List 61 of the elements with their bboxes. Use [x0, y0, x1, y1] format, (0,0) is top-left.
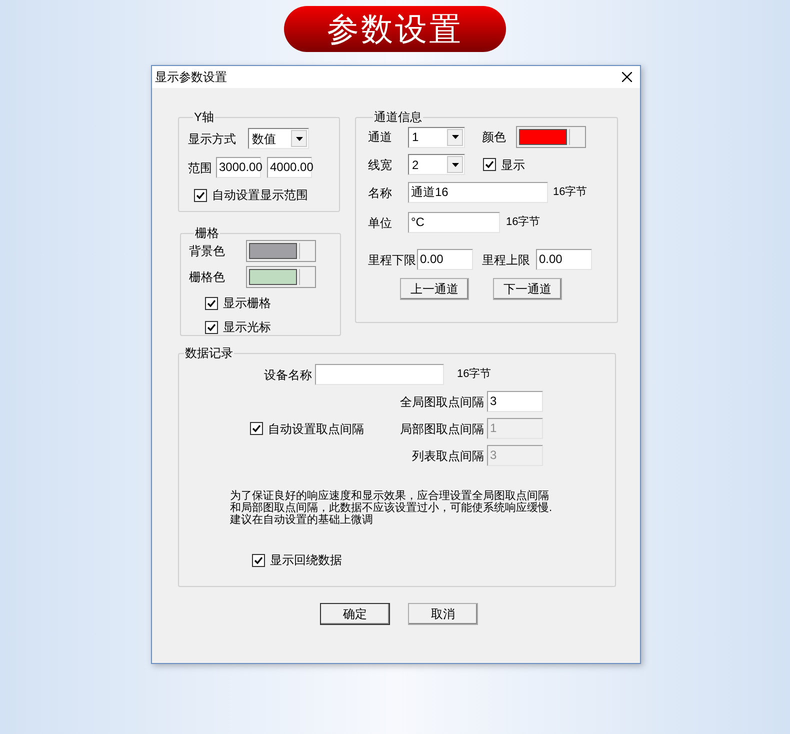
dropdown[interactable]: 2	[408, 154, 465, 175]
field-label: 名称	[368, 184, 393, 202]
caret-icon[interactable]	[291, 130, 307, 147]
dialog-button[interactable]: 取消	[408, 603, 478, 625]
hint-text: 16字节	[457, 366, 492, 382]
title-banner: 参数设置	[284, 6, 506, 52]
input-field[interactable]: 通道16	[408, 182, 548, 203]
field-label: 里程下限	[368, 252, 416, 268]
field-label: 列表取点间隔	[411, 448, 485, 464]
field-label: 范围	[188, 160, 212, 176]
dialog-button[interactable]: 上一通道	[400, 278, 469, 300]
input-field[interactable]: 4000.00	[267, 157, 312, 178]
checkbox-label: 自动设置显示范围	[212, 187, 308, 204]
checkbox[interactable]	[205, 296, 218, 310]
dialog-button[interactable]: 确定	[320, 603, 390, 625]
checkbox[interactable]	[252, 554, 265, 566]
field-label: 显示方式	[188, 130, 236, 148]
field-label: 背景色	[189, 243, 225, 260]
hint-text: 16字节	[553, 184, 588, 200]
checkbox[interactable]	[483, 158, 496, 171]
field-label: 线宽	[368, 156, 393, 174]
close-icon[interactable]	[622, 72, 632, 82]
field-label: 里程上限	[482, 252, 530, 268]
group-title: 数据记录	[184, 346, 234, 360]
color-picker[interactable]	[516, 126, 586, 148]
input-field[interactable]: °C	[408, 212, 500, 233]
checkbox-label: 自动设置取点间隔	[268, 420, 364, 438]
dropdown[interactable]: 1	[408, 126, 465, 148]
caret-icon[interactable]	[447, 156, 463, 173]
checkbox-label: 显示	[501, 156, 525, 174]
window-title: 显示参数设置	[155, 69, 228, 86]
color-picker[interactable]	[246, 240, 316, 262]
field-label: 局部图取点间隔	[399, 420, 485, 438]
checkbox-label: 显示光标	[223, 319, 271, 336]
dialog-button[interactable]: 下一通道	[493, 278, 562, 300]
field-label: 全局图取点间隔	[399, 394, 485, 410]
field-label: 设备名称	[264, 366, 312, 384]
field-label: 通道	[368, 129, 393, 146]
field-label: 单位	[368, 214, 393, 232]
group-title: 栅格	[194, 226, 220, 240]
group-title: Y轴	[193, 110, 216, 124]
dropdown[interactable]: 数值	[248, 128, 309, 149]
input-field[interactable]: 3000.00	[216, 157, 261, 178]
input-field[interactable]	[315, 364, 444, 385]
color-picker[interactable]	[246, 266, 316, 288]
checkbox[interactable]	[250, 422, 263, 435]
checkbox[interactable]	[205, 320, 218, 334]
checkbox[interactable]	[194, 188, 207, 202]
checkbox-label: 显示栅格	[223, 295, 271, 312]
input-field[interactable]: 0.00	[536, 249, 592, 270]
field-label: 栅格色	[189, 269, 225, 286]
note-text: 为了保证良好的响应速度和显示效果，应合理设置全局图取点间隔	[230, 490, 549, 502]
note-text: 建议在自动设置的基础上微调	[230, 514, 373, 526]
input-field[interactable]: 3	[487, 391, 543, 412]
field-label: 颜色	[482, 129, 507, 146]
input-field[interactable]: 0.00	[417, 249, 473, 270]
checkbox-label: 显示回绕数据	[270, 552, 342, 569]
group-title: 通道信息	[373, 110, 423, 124]
hint-text: 16字节	[506, 214, 540, 230]
note-text: 和局部图取点间隔，此数据不应该设置过小，可能使系统响应缓慢.	[230, 502, 552, 514]
caret-icon[interactable]	[447, 128, 463, 146]
